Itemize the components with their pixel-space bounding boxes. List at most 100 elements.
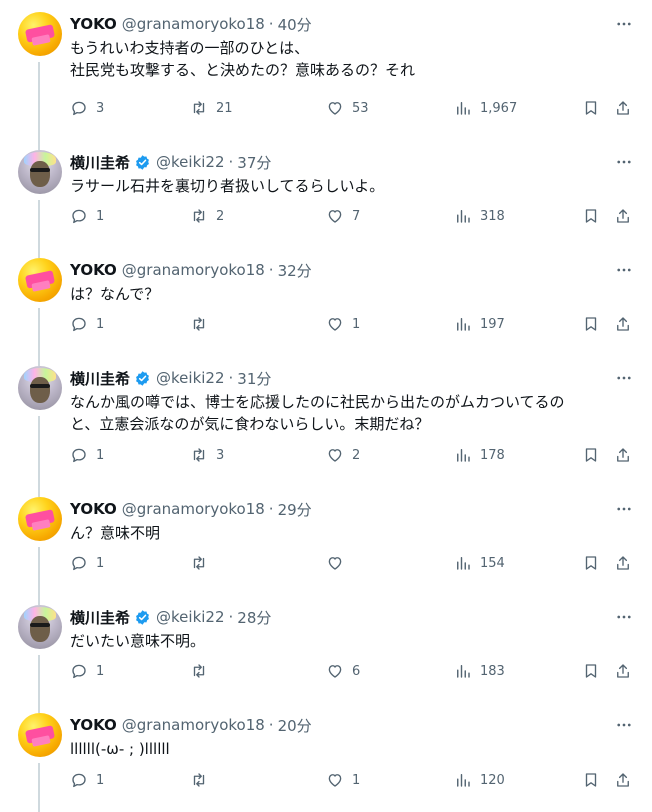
views-button[interactable]: 197: [454, 313, 505, 335]
timestamp[interactable]: 32分: [278, 260, 312, 281]
tweet[interactable]: YOKO @granamoryoko18 · 29分 ん？意味不明 1 154: [0, 485, 652, 605]
tweet[interactable]: 横川圭希 @keiki22 · 31分 なんか風の噂では、博士を応援したのに社民から出た…: [0, 354, 652, 497]
display-name[interactable]: 横川圭希: [70, 607, 130, 628]
tweet[interactable]: YOKO @granamoryoko18 · 20分 llllll(-ω- ; )lll…: [0, 701, 652, 812]
display-name[interactable]: 横川圭希: [70, 368, 130, 389]
timestamp[interactable]: 37分: [237, 152, 271, 173]
retweet-button[interactable]: 3: [190, 444, 224, 466]
views-button[interactable]: 1,967: [454, 97, 517, 119]
user-handle[interactable]: @granamoryoko18: [122, 500, 265, 518]
more-horizontal-icon[interactable]: [614, 607, 634, 627]
share-button[interactable]: [614, 313, 632, 335]
display-name[interactable]: YOKO: [70, 15, 117, 33]
reply-button[interactable]: 1: [70, 444, 104, 466]
retweet-button[interactable]: 21: [190, 97, 233, 119]
avatar[interactable]: [18, 713, 62, 757]
avatar[interactable]: [18, 605, 62, 649]
tweet-header: YOKO @granamoryoko18 · 32分: [70, 260, 312, 280]
reply-button[interactable]: 1: [70, 313, 104, 335]
user-handle[interactable]: @keiki22: [156, 153, 225, 171]
more-horizontal-icon[interactable]: [614, 14, 634, 34]
like-button[interactable]: 7: [326, 205, 360, 227]
share-button[interactable]: [614, 97, 632, 119]
reply-button[interactable]: 1: [70, 205, 104, 227]
retweet-button[interactable]: [190, 769, 216, 791]
bookmark-button[interactable]: [582, 660, 600, 682]
tweet[interactable]: 横川圭希 @keiki22 · 28分 だいたい意味不明。 1 6 183: [0, 593, 652, 713]
tweet-text-line: だいたい意味不明。: [70, 632, 206, 650]
bookmark-button[interactable]: [582, 769, 600, 791]
share-button[interactable]: [614, 444, 632, 466]
tweet-header: YOKO @granamoryoko18 · 29分: [70, 499, 312, 519]
share-icon: [614, 446, 632, 464]
bookmark-button[interactable]: [582, 552, 600, 574]
display-name[interactable]: 横川圭希: [70, 152, 130, 173]
display-name[interactable]: YOKO: [70, 500, 117, 518]
retweet-button[interactable]: [190, 660, 216, 682]
timestamp[interactable]: 40分: [278, 14, 312, 35]
more-horizontal-icon[interactable]: [614, 715, 634, 735]
timestamp[interactable]: 29分: [278, 499, 312, 520]
retweet-icon: [190, 207, 208, 225]
avatar[interactable]: [18, 497, 62, 541]
separator-dot: ·: [268, 500, 274, 518]
user-handle[interactable]: @granamoryoko18: [122, 261, 265, 279]
share-button[interactable]: [614, 205, 632, 227]
tweet[interactable]: 横川圭希 @keiki22 · 37分 ラサール石井を裏切り者扱いしてるらしいよ。 1 2 7…: [0, 138, 652, 258]
like-button[interactable]: [326, 552, 352, 574]
user-handle[interactable]: @keiki22: [156, 608, 225, 626]
user-handle[interactable]: @keiki22: [156, 369, 225, 387]
tweet-text: llllll(-ω- ; )llllll: [70, 738, 630, 760]
view-count: 120: [480, 772, 505, 788]
views-button[interactable]: 120: [454, 769, 505, 791]
display-name[interactable]: YOKO: [70, 716, 117, 734]
share-icon: [614, 207, 632, 225]
user-handle[interactable]: @granamoryoko18: [122, 15, 265, 33]
retweet-button[interactable]: [190, 552, 216, 574]
display-name[interactable]: YOKO: [70, 261, 117, 279]
tweet[interactable]: YOKO @granamoryoko18 · 32分 は？なんで？ 1 1 197: [0, 246, 652, 366]
reply-count: 1: [96, 772, 105, 788]
share-button[interactable]: [614, 769, 632, 791]
reply-button[interactable]: 3: [70, 97, 104, 119]
avatar[interactable]: [18, 12, 62, 56]
more-horizontal-icon[interactable]: [614, 499, 634, 519]
timestamp[interactable]: 28分: [237, 607, 271, 628]
avatar[interactable]: [18, 258, 62, 302]
more-horizontal-icon[interactable]: [614, 368, 634, 388]
reply-button[interactable]: 1: [70, 660, 104, 682]
verified-badge-icon: [134, 154, 151, 171]
share-button[interactable]: [614, 660, 632, 682]
avatar[interactable]: [18, 150, 62, 194]
tweet[interactable]: YOKO @granamoryoko18 · 40分 もうれいわ支持者の一部のひとは、社…: [0, 0, 652, 150]
view-count: 318: [480, 208, 505, 224]
reply-button[interactable]: 1: [70, 552, 104, 574]
timestamp[interactable]: 31分: [237, 368, 271, 389]
timestamp[interactable]: 20分: [278, 715, 312, 736]
like-button[interactable]: 1: [326, 769, 360, 791]
more-horizontal-icon[interactable]: [614, 152, 634, 172]
bookmark-button[interactable]: [582, 205, 600, 227]
more-horizontal-icon[interactable]: [614, 260, 634, 280]
avatar[interactable]: [18, 366, 62, 410]
bookmark-button[interactable]: [582, 97, 600, 119]
user-handle[interactable]: @granamoryoko18: [122, 716, 265, 734]
tweet-text: なんか風の噂では、博士を応援したのに社民から出たのがムカついてるの と、立憲会派な…: [70, 391, 630, 435]
separator-dot: ·: [268, 15, 274, 33]
views-button[interactable]: 154: [454, 552, 505, 574]
retweet-button[interactable]: 2: [190, 205, 224, 227]
like-button[interactable]: 2: [326, 444, 360, 466]
view-count: 1,967: [480, 100, 518, 116]
bookmark-button[interactable]: [582, 313, 600, 335]
share-button[interactable]: [614, 552, 632, 574]
retweet-button[interactable]: [190, 313, 216, 335]
views-button[interactable]: 318: [454, 205, 505, 227]
views-button[interactable]: 178: [454, 444, 505, 466]
like-button[interactable]: 53: [326, 97, 369, 119]
reply-button[interactable]: 1: [70, 769, 104, 791]
heart-icon: [326, 771, 344, 789]
bookmark-button[interactable]: [582, 444, 600, 466]
views-button[interactable]: 183: [454, 660, 505, 682]
like-button[interactable]: 6: [326, 660, 360, 682]
like-button[interactable]: 1: [326, 313, 360, 335]
